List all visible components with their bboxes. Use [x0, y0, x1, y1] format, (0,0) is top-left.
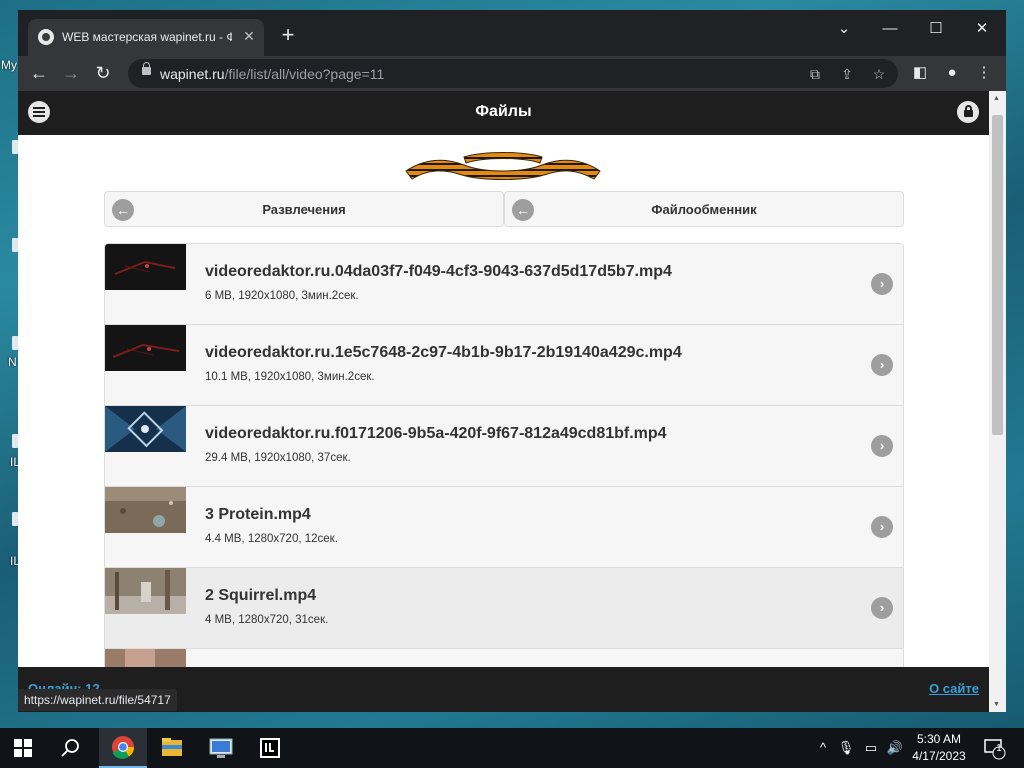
side-panel-icon[interactable]: ◧: [908, 61, 932, 85]
forward-icon[interactable]: →: [58, 60, 84, 86]
chevron-right-icon: ›: [871, 435, 893, 457]
list-item[interactable]: videoredaktor.ru.04da03f7-f049-4cf3-9043…: [105, 244, 903, 325]
breadcrumb-label: Файлообменник: [651, 202, 757, 217]
chrome-icon[interactable]: [99, 728, 147, 768]
list-item[interactable]: 2 Squirrel.mp4 4 MB, 1280x720, 31сек. ›: [105, 568, 903, 649]
browser-window: WEB мастерская wapinet.ru - Фа ✕ + ⌄ — ☐…: [18, 10, 1006, 712]
video-thumbnail: [105, 406, 186, 452]
page-scrollbar[interactable]: ▲ ▼: [989, 91, 1006, 712]
back-icon[interactable]: ←: [26, 60, 52, 86]
about-link[interactable]: О сайте: [929, 681, 979, 696]
video-thumbnail: [105, 244, 186, 290]
tab-search-chevron-icon[interactable]: ⌄: [824, 14, 864, 44]
browser-toolbar: ← → ↻ wapinet.ru/file/list/all/video?pag…: [18, 56, 1006, 91]
profile-icon[interactable]: ●: [940, 61, 964, 85]
file-name: videoredaktor.ru.04da03f7-f049-4cf3-9043…: [205, 263, 672, 280]
system-clock[interactable]: 5:30 AM 4/17/2023: [908, 731, 970, 765]
microphone-icon[interactable]: 🎙: [837, 738, 855, 758]
intellij-icon[interactable]: [246, 728, 294, 768]
chevron-up-icon[interactable]: ^: [814, 738, 832, 758]
file-meta: 4.4 MB, 1280x720, 12сек.: [205, 533, 338, 545]
scroll-down-arrow-icon[interactable]: ▼: [993, 701, 1000, 708]
chevron-right-icon: ›: [871, 273, 893, 295]
desktop-label: N: [8, 355, 17, 369]
list-item[interactable]: videoredaktor.ru.1e5c7648-2c97-4b1b-9b17…: [105, 325, 903, 406]
file-name: 3 Protein.mp4: [205, 506, 311, 523]
st-george-ribbon-icon: [405, 152, 601, 180]
taskbar: ^ 🎙 ▭ 🔊 5:30 AM 4/17/2023 1: [0, 728, 1024, 768]
share-icon[interactable]: ⇪: [836, 63, 858, 85]
list-item[interactable]: videoredaktor.ru.f0171206-9b5a-420f-9f67…: [105, 406, 903, 487]
tab-strip: WEB мастерская wapinet.ru - Фа ✕ + ⌄ — ☐…: [18, 10, 1006, 56]
breadcrumb-entertainment[interactable]: ← Развлечения: [104, 191, 504, 227]
breadcrumb-file-exchange[interactable]: ← Файлообменник: [504, 191, 904, 227]
desktop-label: My: [1, 58, 17, 72]
bookmark-star-icon[interactable]: ☆: [868, 63, 890, 85]
network-icon[interactable]: ▭: [862, 738, 880, 758]
scroll-up-arrow-icon[interactable]: ▲: [993, 95, 1000, 102]
tab-title: WEB мастерская wapinet.ru - Фа: [62, 30, 232, 44]
lock-login-icon[interactable]: [957, 101, 979, 123]
file-explorer-icon[interactable]: [148, 728, 196, 768]
file-name: 2 Squirrel.mp4: [205, 587, 317, 604]
file-name: videoredaktor.ru.1e5c7648-2c97-4b1b-9b17…: [205, 344, 682, 361]
breadcrumb-label: Развлечения: [262, 202, 346, 217]
address-bar[interactable]: wapinet.ru/file/list/all/video?page=11 ⧉…: [128, 59, 898, 88]
close-window-button[interactable]: ✕: [962, 14, 1002, 44]
volume-icon[interactable]: 🔊: [886, 738, 904, 758]
chevron-right-icon: ›: [871, 516, 893, 538]
eye-favicon-icon: [38, 29, 54, 45]
chevron-right-icon: ›: [871, 354, 893, 376]
page-title: Файлы: [475, 103, 532, 120]
breadcrumb: ← Развлечения ← Файлообменник: [104, 191, 904, 227]
list-item[interactable]: 3 Protein.mp4 4.4 MB, 1280x720, 12сек. ›: [105, 487, 903, 568]
file-meta: 10.1 MB, 1920x1080, 3мин.2сек.: [205, 371, 375, 383]
scroll-thumb[interactable]: [992, 115, 1003, 435]
browser-tab[interactable]: WEB мастерская wapinet.ru - Фа ✕: [28, 19, 264, 56]
file-meta: 6 MB, 1920x1080, 3мин.2сек.: [205, 290, 359, 302]
file-name: videoredaktor.ru.f0171206-9b5a-420f-9f67…: [205, 425, 667, 442]
new-tab-icon[interactable]: +: [276, 24, 300, 48]
site-header: Файлы: [18, 91, 989, 135]
windows-start-icon[interactable]: [14, 739, 32, 757]
clock-date: 4/17/2023: [912, 749, 966, 763]
page-viewport: Файлы ← Развлечения ← Файлообменник vide…: [18, 91, 989, 712]
file-meta: 4 MB, 1280x720, 31сек.: [205, 614, 329, 626]
video-thumbnail: [105, 487, 186, 533]
search-icon[interactable]: [58, 736, 84, 760]
tab-close-icon[interactable]: ✕: [240, 27, 258, 45]
file-list: videoredaktor.ru.04da03f7-f049-4cf3-9043…: [104, 243, 904, 712]
link-status-bubble: https://wapinet.ru/file/54717: [18, 689, 177, 711]
video-thumbnail: [105, 568, 186, 614]
notification-count: 1: [996, 743, 1002, 754]
more-icon[interactable]: ⋮: [972, 61, 996, 85]
lock-icon[interactable]: [142, 62, 151, 75]
url-text[interactable]: wapinet.ru/file/list/all/video?page=11: [160, 66, 384, 82]
file-meta: 29.4 MB, 1920x1080, 37сек.: [205, 452, 351, 464]
remote-desktop-icon[interactable]: [197, 728, 245, 768]
clock-time: 5:30 AM: [916, 732, 962, 746]
video-thumbnail: [105, 325, 186, 371]
minimize-button[interactable]: —: [870, 14, 910, 44]
chevron-right-icon: ›: [871, 597, 893, 619]
maximize-button[interactable]: ☐: [916, 14, 956, 44]
reload-icon[interactable]: ↻: [90, 60, 116, 86]
translate-icon[interactable]: ⧉: [804, 63, 826, 85]
